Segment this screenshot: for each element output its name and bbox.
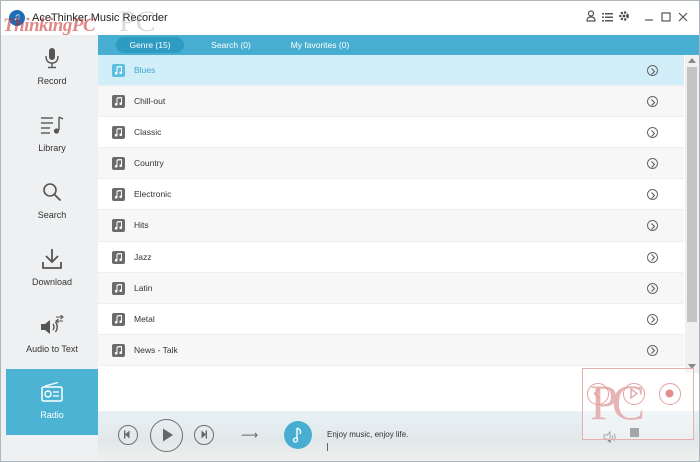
sidebar-item-label: Download bbox=[31, 277, 73, 287]
chevron-right-icon[interactable] bbox=[647, 251, 658, 263]
chevron-right-icon[interactable] bbox=[647, 127, 658, 139]
watermark-pc: PC bbox=[119, 5, 156, 38]
app-window: ♫ AceThinker Music Recorder ThinkingPC P… bbox=[0, 0, 700, 462]
genre-name: Classic bbox=[134, 127, 162, 138]
genre-name: Electronic bbox=[134, 189, 172, 200]
watermark-logo: PC bbox=[582, 368, 694, 440]
genre-row[interactable]: News - Talk bbox=[98, 334, 684, 366]
music-note-icon bbox=[112, 188, 125, 202]
music-note-icon bbox=[112, 312, 125, 326]
genre-row[interactable]: Latin bbox=[98, 272, 684, 304]
close-icon[interactable] bbox=[675, 10, 691, 26]
menu-list-icon[interactable] bbox=[599, 10, 615, 26]
sidebar: Record Library Search Download Audio to … bbox=[1, 35, 98, 461]
tab-genre[interactable]: Genre (15) bbox=[116, 37, 184, 53]
music-note-icon bbox=[112, 157, 125, 171]
genre-row[interactable]: Blues bbox=[98, 55, 684, 87]
genre-row[interactable]: Electronic bbox=[98, 179, 684, 211]
play-button[interactable] bbox=[150, 419, 183, 452]
genre-row[interactable]: Hits bbox=[98, 210, 684, 242]
play-mode-arrow-icon[interactable]: ⟶ bbox=[241, 428, 258, 442]
chevron-right-icon[interactable] bbox=[647, 344, 658, 356]
sidebar-item-search[interactable]: Search bbox=[6, 169, 98, 235]
tab-search[interactable]: Search (0) bbox=[203, 37, 259, 53]
watermark-back-icon bbox=[587, 383, 609, 405]
list-scrollbar[interactable] bbox=[685, 55, 699, 373]
chevron-right-icon[interactable] bbox=[647, 65, 658, 76]
genre-row[interactable]: Jazz bbox=[98, 242, 684, 273]
tab-bar: Genre (15) Search (0) My favorites (0) bbox=[98, 35, 699, 55]
genre-row[interactable]: Classic bbox=[98, 117, 684, 149]
progress-indicator bbox=[327, 443, 328, 451]
scroll-up-arrow-icon[interactable] bbox=[688, 58, 696, 63]
library-icon bbox=[6, 113, 98, 137]
skip-forward-icon bbox=[201, 430, 207, 439]
sidebar-item-label: Audio to Text bbox=[26, 344, 78, 354]
sidebar-item-label: Library bbox=[38, 143, 66, 153]
chevron-right-icon[interactable] bbox=[647, 189, 658, 201]
genre-name: Blues bbox=[134, 65, 156, 75]
download-icon bbox=[6, 247, 98, 271]
chevron-right-icon[interactable] bbox=[647, 96, 658, 108]
genre-name: Jazz bbox=[134, 251, 152, 262]
sidebar-item-record[interactable]: Record bbox=[6, 35, 98, 101]
sidebar-item-library[interactable]: Library bbox=[6, 102, 98, 168]
sidebar-item-label: Radio bbox=[40, 410, 64, 420]
sidebar-item-audio-to-text[interactable]: Audio to Text bbox=[6, 303, 98, 369]
sidebar-item-label: Search bbox=[37, 210, 67, 220]
genre-name: Chill-out bbox=[134, 96, 166, 107]
radio-icon bbox=[6, 380, 98, 404]
genre-name: Metal bbox=[134, 313, 155, 324]
gear-icon[interactable] bbox=[616, 10, 632, 26]
minimize-icon[interactable] bbox=[641, 10, 657, 26]
music-note-icon bbox=[112, 281, 125, 295]
sidebar-item-radio[interactable]: Radio bbox=[6, 369, 98, 435]
music-note-icon bbox=[112, 219, 125, 233]
search-icon bbox=[6, 180, 98, 204]
watermark-record-icon bbox=[659, 383, 681, 405]
skip-back-icon bbox=[124, 430, 130, 439]
music-note-icon bbox=[112, 250, 125, 264]
sidebar-item-label: Record bbox=[37, 76, 67, 86]
tab-my-favorites[interactable]: My favorites (0) bbox=[284, 37, 356, 53]
title-bar: ♫ AceThinker Music Recorder ThinkingPC P… bbox=[1, 1, 699, 38]
watermark-play-icon bbox=[623, 383, 645, 405]
sidebar-item-download[interactable]: Download bbox=[6, 236, 98, 302]
scroll-thumb[interactable] bbox=[687, 67, 697, 322]
genre-name: Hits bbox=[134, 220, 149, 231]
music-note-icon bbox=[112, 126, 125, 140]
next-button[interactable] bbox=[194, 425, 214, 445]
previous-button[interactable] bbox=[118, 425, 138, 445]
chevron-right-icon[interactable] bbox=[647, 313, 658, 325]
play-icon bbox=[163, 428, 173, 442]
music-note-icon bbox=[112, 95, 125, 109]
genre-name: Country bbox=[134, 158, 164, 169]
chevron-right-icon[interactable] bbox=[647, 158, 658, 170]
genre-list: Blues Chill-out Classic Country Electronic Hi… bbox=[98, 55, 684, 373]
music-note-icon bbox=[112, 64, 125, 77]
genre-name: Latin bbox=[134, 282, 153, 293]
music-note-icon bbox=[112, 343, 125, 357]
now-playing-music-icon bbox=[284, 421, 312, 449]
genre-row[interactable]: Chill-out bbox=[98, 86, 684, 118]
audio-to-text-icon bbox=[6, 314, 98, 338]
genre-name: News - Talk bbox=[134, 344, 178, 355]
genre-row[interactable]: Metal bbox=[98, 304, 684, 335]
maximize-icon[interactable] bbox=[658, 10, 674, 26]
watermark-text: ThinkingPC bbox=[3, 15, 96, 36]
genre-row[interactable]: Country bbox=[98, 148, 684, 180]
chevron-right-icon[interactable] bbox=[647, 220, 658, 232]
chevron-right-icon[interactable] bbox=[647, 282, 658, 294]
now-playing-text: Enjoy music, enjoy life. bbox=[327, 430, 409, 439]
microphone-icon bbox=[6, 46, 98, 70]
user-icon[interactable] bbox=[583, 10, 599, 26]
